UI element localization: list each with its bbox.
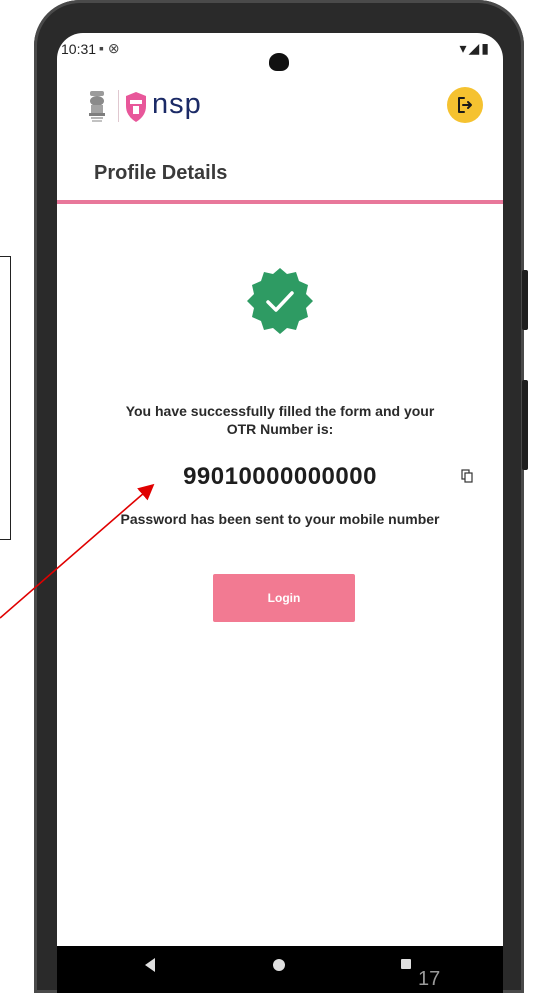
phone-screen: 10:31 ▪ ⊗ ▾◢▮ nsp Profile Details You ha…	[57, 33, 503, 993]
copy-icon[interactable]	[461, 469, 473, 483]
title-accent-rule	[57, 200, 503, 204]
logo-divider	[118, 90, 119, 122]
success-message-line2: OTR Number is:	[226, 421, 334, 437]
back-triangle-icon[interactable]	[145, 958, 155, 972]
page-title: Profile Details	[94, 162, 228, 184]
login-button[interactable]: Login	[213, 574, 355, 622]
annotation-callout-box	[0, 256, 11, 540]
app-header: nsp	[57, 85, 503, 135]
slide-number: 17	[418, 968, 441, 990]
nsp-logo-text: nsp	[152, 88, 202, 120]
check-badge-icon	[247, 268, 313, 334]
national-emblem-icon	[89, 91, 105, 122]
success-message-line1: You have successfully filled the form an…	[125, 403, 435, 419]
phone-power-button	[522, 270, 528, 330]
nsp-shield-logo-icon	[126, 92, 146, 122]
status-signal-battery-icons: ▾◢▮	[459, 40, 491, 56]
home-circle-icon[interactable]	[273, 959, 285, 971]
phone-volume-button	[522, 380, 528, 470]
recents-square-icon[interactable]	[401, 959, 411, 969]
phone-frame: 10:31 ▪ ⊗ ▾◢▮ nsp Profile Details You ha…	[34, 0, 528, 993]
front-camera	[269, 53, 289, 71]
logout-button[interactable]	[447, 87, 483, 123]
logout-icon	[458, 97, 472, 113]
password-sent-message: Password has been sent to your mobile nu…	[120, 511, 440, 527]
otr-number: 99010000000000	[183, 463, 377, 490]
status-notification-icons: ▪ ⊗	[99, 40, 120, 56]
status-time: 10:31	[61, 41, 97, 57]
